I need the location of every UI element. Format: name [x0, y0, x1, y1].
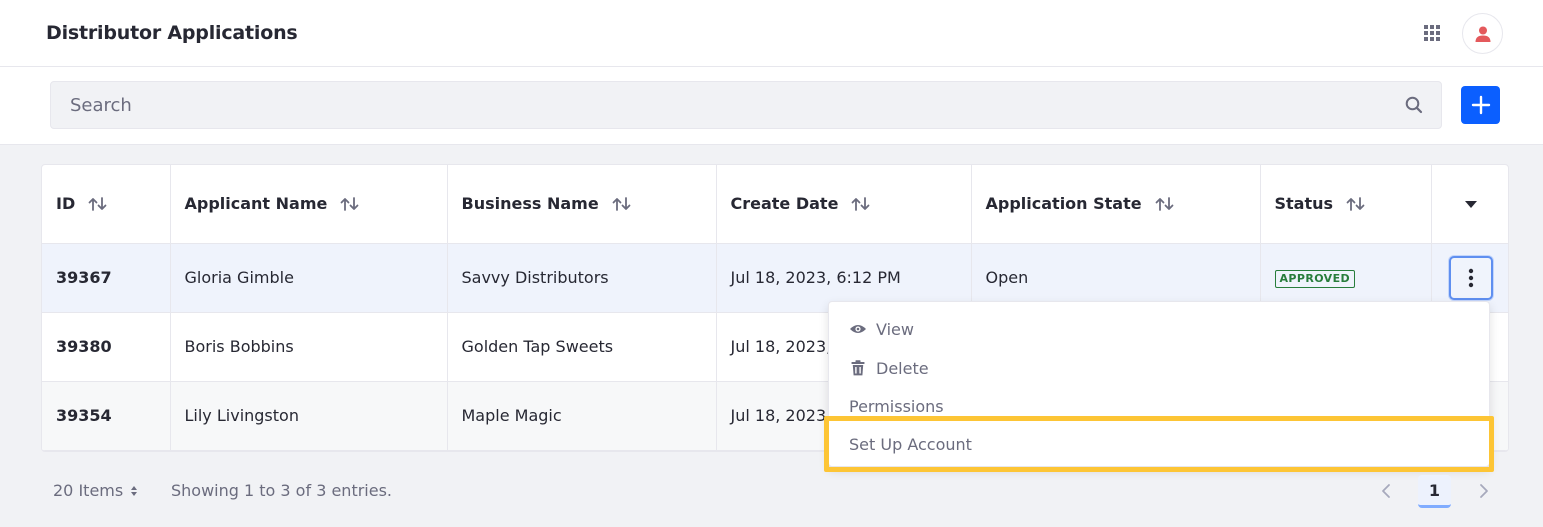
- apps-grid-icon[interactable]: [1421, 22, 1443, 44]
- column-header-applicant-name[interactable]: Applicant Name: [170, 165, 448, 244]
- caret-down-icon[interactable]: [1464, 199, 1478, 209]
- sort-arrows-icon[interactable]: [1154, 196, 1176, 212]
- column-header-status[interactable]: Status: [1260, 165, 1432, 244]
- cell-applicant-name: Boris Bobbins: [170, 312, 448, 382]
- user-avatar[interactable]: [1462, 13, 1503, 54]
- cell-business-name: Savvy Distributors: [447, 243, 717, 313]
- cell-business-name: Golden Tap Sweets: [447, 312, 717, 382]
- column-header-create-date[interactable]: Create Date: [716, 165, 972, 244]
- menu-item-permissions[interactable]: Permissions: [849, 394, 944, 418]
- search-icon[interactable]: [1404, 95, 1424, 115]
- pagination-next[interactable]: [1474, 479, 1494, 503]
- cell-applicant-name: Lily Livingston: [170, 381, 448, 451]
- row-actions-menu: View Delete Permissions Set Up Account: [828, 301, 1490, 467]
- menu-item-set-up-account[interactable]: Set Up Account: [849, 432, 972, 456]
- plus-icon: [1471, 95, 1490, 115]
- eye-icon: [849, 320, 867, 338]
- sort-arrows-icon[interactable]: [87, 196, 109, 212]
- sort-arrows-icon[interactable]: [1345, 196, 1367, 212]
- column-header-application-state[interactable]: Application State: [971, 165, 1261, 244]
- column-options[interactable]: [1431, 165, 1508, 244]
- kebab-icon: [1468, 268, 1473, 287]
- menu-item-delete[interactable]: Delete: [849, 356, 929, 380]
- caret-double-icon: [131, 485, 138, 496]
- management-toolbar: [0, 67, 1543, 145]
- column-header-id[interactable]: ID: [42, 165, 171, 244]
- cell-business-name: Maple Magic: [447, 381, 717, 451]
- top-bar: Distributor Applications: [0, 0, 1543, 67]
- pagination-results: Showing 1 to 3 of 3 entries.: [171, 481, 392, 500]
- trash-icon: [849, 359, 867, 377]
- search-box: [50, 81, 1442, 129]
- cell-applicant-name: Gloria Gimble: [170, 243, 448, 313]
- menu-item-view[interactable]: View: [849, 317, 914, 341]
- chevron-left-icon: [1382, 484, 1390, 498]
- chevron-right-icon: [1480, 484, 1488, 498]
- search-input[interactable]: [51, 82, 1391, 128]
- column-header-business-name[interactable]: Business Name: [447, 165, 717, 244]
- pagination-page-1[interactable]: 1: [1418, 475, 1451, 508]
- cell-id: 39354: [42, 381, 171, 451]
- cell-id: 39380: [42, 312, 171, 382]
- sort-arrows-icon[interactable]: [850, 196, 872, 212]
- page-title: Distributor Applications: [46, 22, 298, 44]
- sort-arrows-icon[interactable]: [339, 196, 361, 212]
- add-button[interactable]: [1461, 86, 1500, 124]
- sort-arrows-icon[interactable]: [611, 196, 633, 212]
- cell-id: 39367: [42, 243, 171, 313]
- items-per-page-select[interactable]: 20 Items: [53, 481, 138, 500]
- status-badge: APPROVED: [1274, 270, 1356, 288]
- user-icon: [1475, 26, 1490, 42]
- table-header-row: ID Applicant Name Business Name Create D…: [42, 165, 1508, 244]
- pagination-prev[interactable]: [1376, 479, 1396, 503]
- row-actions-button[interactable]: [1448, 255, 1493, 300]
